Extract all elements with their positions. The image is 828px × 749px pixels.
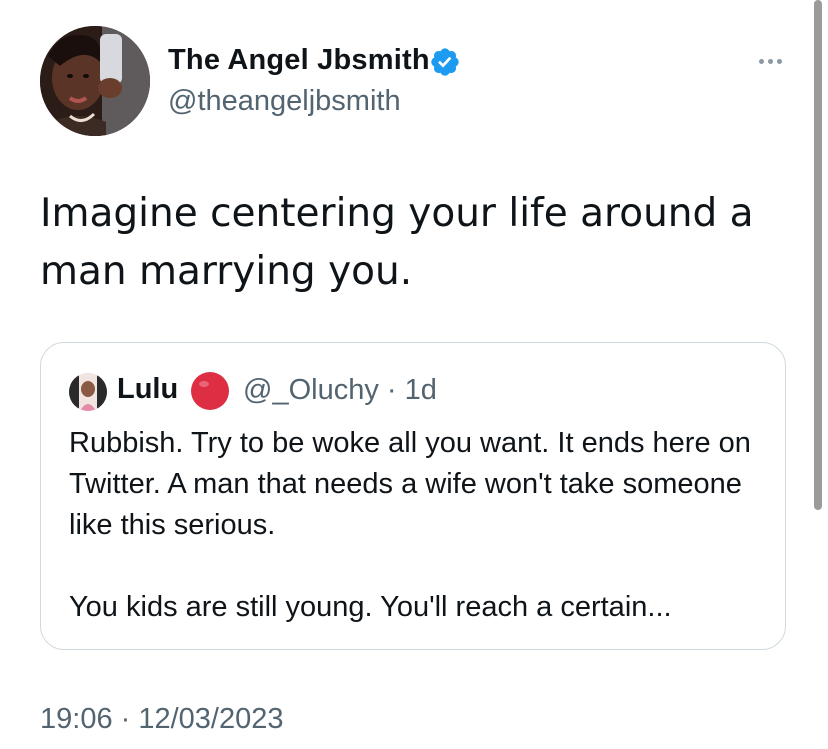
tweet-timestamp[interactable]: 19:06 · 12/03/2023 (40, 703, 283, 736)
avatar-photo-icon (40, 26, 150, 136)
tweet-text: Imagine centering your life around a man… (40, 191, 754, 294)
author-display-name[interactable]: The Angel Jbsmith (168, 44, 430, 77)
quoted-author-handle-time: @_Oluchy · 1d (243, 374, 437, 406)
more-options-button[interactable] (752, 46, 788, 76)
quoted-author-name[interactable]: Lulu (117, 373, 178, 406)
verified-badge-icon (431, 48, 459, 76)
quoted-tweet-card[interactable]: Lulu @_Oluchy · 1d Rubbish. Try to be wo… (40, 342, 786, 650)
ellipsis-icon (776, 58, 782, 64)
author-handle[interactable]: @theangeljbsmith (168, 85, 401, 118)
avatar-photo-icon (69, 373, 107, 411)
ellipsis-icon (767, 58, 773, 64)
author-avatar[interactable] (40, 26, 150, 136)
quoted-author-avatar[interactable] (69, 373, 107, 411)
ellipsis-icon (758, 58, 764, 64)
quoted-paragraph: Rubbish. Try to be woke all you want. It… (69, 427, 751, 541)
red-circle-icon (191, 372, 229, 410)
quoted-paragraph: You kids are still young. You'll reach a… (69, 591, 672, 623)
quoted-tweet-text: Rubbish. Try to be woke all you want. It… (69, 423, 769, 628)
scrollbar[interactable] (814, 0, 822, 510)
